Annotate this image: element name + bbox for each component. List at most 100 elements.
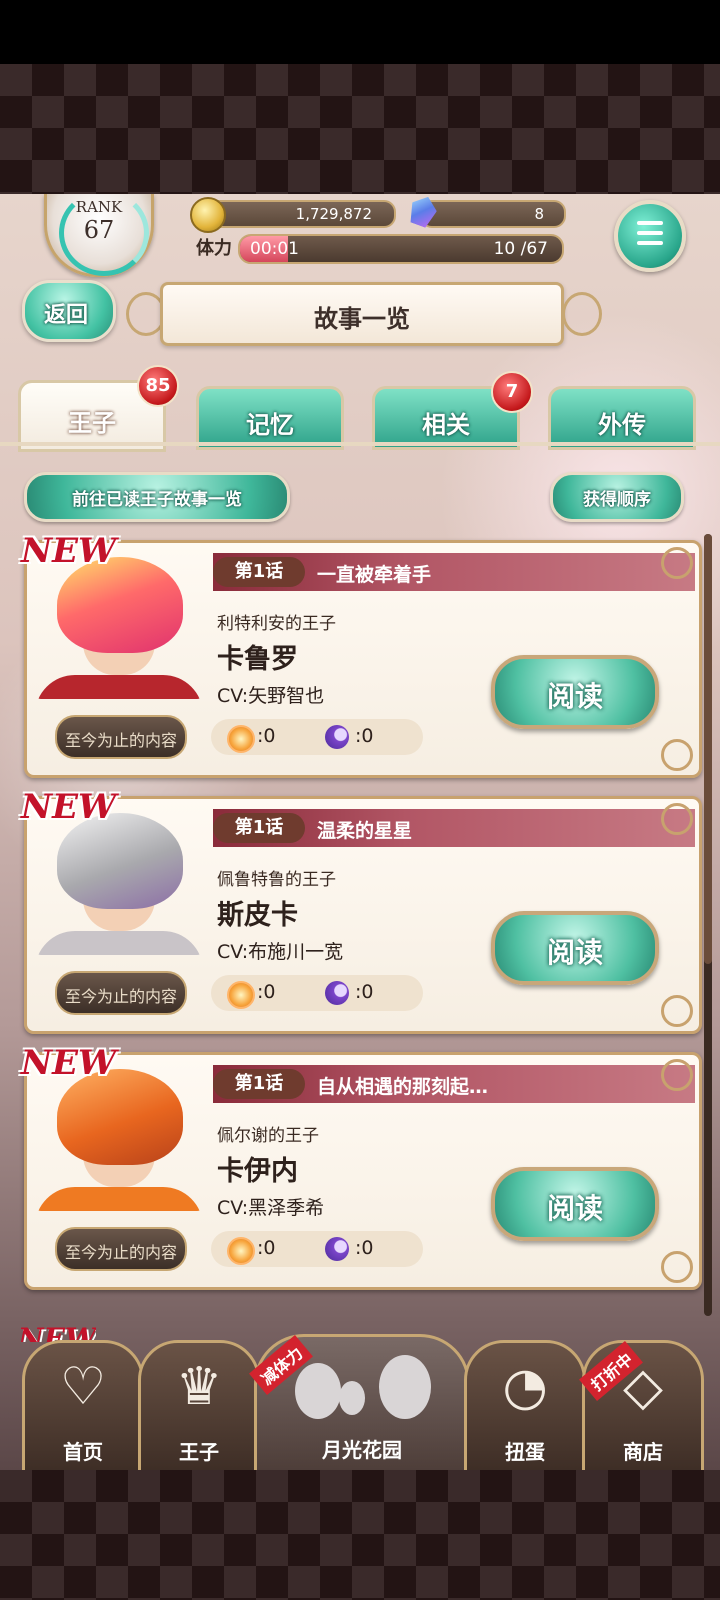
voice-actor: CV:布施川一宽 bbox=[217, 941, 344, 963]
stamina-timer: 00:01 bbox=[250, 239, 299, 259]
nav-moonlight-garden[interactable]: 减体力 月光花园 bbox=[249, 1334, 470, 1470]
nav-shop[interactable]: ◇ 打折中 商店 bbox=[579, 1340, 704, 1470]
tab-label: 外传 bbox=[598, 411, 646, 439]
gem-value: 8 bbox=[534, 205, 544, 223]
new-tag: NEW bbox=[21, 787, 117, 827]
corner-ornament-icon bbox=[661, 995, 693, 1027]
sun-value: :0 bbox=[257, 725, 276, 747]
chapter-header: 第1话 自从相遇的那刻起… bbox=[213, 1065, 695, 1103]
new-tag: NEW bbox=[21, 534, 117, 571]
affinity-stats: :0 :0 bbox=[211, 1231, 423, 1267]
story-so-far-label: 至今为止的内容 bbox=[64, 1243, 177, 1262]
sun-value: :0 bbox=[257, 981, 276, 1003]
hamburger-icon bbox=[637, 231, 663, 235]
voice-actor: CV:矢野智也 bbox=[217, 685, 325, 707]
story-card: 第1话 一直被牵着手 NEW 利特利安的王子 卡鲁罗 CV:矢野智也 至今为止的… bbox=[21, 534, 702, 778]
chapter-title: 温柔的星星 bbox=[317, 820, 413, 842]
chapter-title: 一直被牵着手 bbox=[317, 564, 432, 586]
scrollbar-thumb[interactable] bbox=[704, 534, 712, 964]
nav-prince[interactable]: ♛ 王子 bbox=[138, 1340, 260, 1470]
tab-side-story[interactable]: 外传 bbox=[548, 386, 696, 450]
affinity-stats: :0 :0 bbox=[211, 719, 423, 755]
capsule-icon: ◔ bbox=[502, 1357, 548, 1417]
coin-counter: 1,729,872 bbox=[190, 197, 396, 233]
tab-badge: 85 bbox=[137, 365, 179, 407]
nav-shop-label: 商店 bbox=[623, 1440, 663, 1464]
moon-icon bbox=[325, 725, 349, 749]
bottom-navigation: ♡ 首页 ♛ 王子 减体力 月光花园 ◔ 扭蛋 ◇ 打折中 商店 bbox=[0, 1334, 720, 1470]
story-so-far-button[interactable]: 至今为止的内容 bbox=[55, 715, 187, 759]
sun-icon bbox=[227, 1237, 255, 1265]
read-stories-list-button[interactable]: 前往已读王子故事一览 bbox=[24, 472, 290, 522]
read-button[interactable]: 阅读 bbox=[491, 655, 659, 729]
tab-related[interactable]: 相关 7 bbox=[372, 371, 533, 450]
corner-ornament-icon bbox=[661, 547, 693, 579]
sun-icon bbox=[227, 981, 255, 1009]
prince-kingdom: 佩鲁特鲁的王子 bbox=[217, 870, 336, 890]
nav-prince-label: 王子 bbox=[179, 1440, 219, 1464]
voice-actor: CV:黑泽季希 bbox=[217, 1197, 325, 1219]
chapter-number: 第1话 bbox=[213, 557, 305, 587]
page-title: 故事一览 bbox=[314, 305, 410, 333]
gem-icon bbox=[406, 194, 441, 230]
portrait-hair bbox=[57, 1069, 183, 1165]
affinity-stats: :0 :0 bbox=[211, 975, 423, 1011]
sun-icon bbox=[227, 725, 255, 753]
story-list-scrollbar[interactable] bbox=[704, 534, 712, 1316]
letterbox-pattern-bottom bbox=[0, 1470, 720, 1600]
tab-underline bbox=[0, 442, 720, 446]
gem-counter: 8 bbox=[420, 200, 566, 228]
chapter-number: 第1话 bbox=[213, 813, 305, 843]
prince-name: 卡伊内 bbox=[217, 1156, 298, 1187]
stamina-count: 10 /67 bbox=[493, 239, 548, 259]
portrait-shoulders bbox=[35, 931, 203, 955]
moon-value: :0 bbox=[355, 725, 374, 747]
chapter-title: 自从相遇的那刻起… bbox=[317, 1076, 489, 1098]
character-portrait bbox=[35, 813, 203, 955]
rank-value: 67 bbox=[83, 216, 115, 244]
portrait-shoulders bbox=[35, 1187, 203, 1211]
creature-silhouette-icon bbox=[339, 1381, 365, 1415]
story-so-far-button[interactable]: 至今为止的内容 bbox=[55, 971, 187, 1015]
chapter-header: 第1话 温柔的星星 bbox=[213, 809, 695, 847]
letterbox-pattern-top bbox=[0, 64, 720, 194]
tab-label: 记忆 bbox=[246, 411, 294, 439]
story-card: 第1话 自从相遇的那刻起… NEW 佩尔谢的王子 卡伊内 CV:黑泽季希 至今为… bbox=[21, 1043, 702, 1290]
game-screen: RANK 67 1,729,872 8 体力 00:01 10 /67 返回 故… bbox=[0, 194, 720, 1470]
sort-order-button[interactable]: 获得顺序 bbox=[550, 472, 684, 522]
read-stories-list-label: 前往已读王子故事一览 bbox=[72, 490, 242, 510]
hamburger-icon bbox=[637, 221, 663, 225]
back-button[interactable]: 返回 bbox=[22, 280, 116, 342]
menu-button[interactable] bbox=[614, 200, 686, 272]
title-plate: 故事一览 bbox=[160, 282, 564, 346]
story-so-far-button[interactable]: 至今为止的内容 bbox=[55, 1227, 187, 1271]
hamburger-icon bbox=[637, 241, 663, 245]
portrait-hair bbox=[57, 557, 183, 653]
prince-kingdom: 利特利安的王子 bbox=[217, 614, 336, 634]
rank-medal: RANK 67 bbox=[44, 194, 154, 277]
crown-icon: ♛ bbox=[175, 1357, 223, 1417]
read-button[interactable]: 阅读 bbox=[491, 911, 659, 985]
nav-home-label: 首页 bbox=[63, 1440, 103, 1464]
scroll-ornament-right-icon bbox=[562, 292, 602, 336]
stamina-bar: 00:01 10 /67 bbox=[238, 234, 564, 264]
rank-label: RANK bbox=[75, 198, 123, 216]
status-bar bbox=[0, 0, 720, 64]
portrait-shoulders bbox=[35, 675, 203, 699]
sort-order-label: 获得顺序 bbox=[583, 490, 651, 510]
nav-garden-label: 月光花园 bbox=[322, 1438, 402, 1462]
prince-name: 斯皮卡 bbox=[217, 900, 298, 931]
corner-ornament-icon bbox=[661, 803, 693, 835]
story-list[interactable]: 第1话 一直被牵着手 NEW 利特利安的王子 卡鲁罗 CV:矢野智也 至今为止的… bbox=[0, 534, 720, 1334]
heart-icon: ♡ bbox=[59, 1357, 107, 1417]
nav-home[interactable]: ♡ 首页 bbox=[22, 1340, 144, 1470]
moon-value: :0 bbox=[355, 1237, 374, 1259]
read-button[interactable]: 阅读 bbox=[491, 1167, 659, 1241]
nav-gacha[interactable]: ◔ 扭蛋 bbox=[464, 1340, 586, 1470]
portrait-hair bbox=[57, 813, 183, 909]
moon-icon bbox=[325, 1237, 349, 1261]
tab-label: 相关 bbox=[422, 411, 470, 439]
read-label: 阅读 bbox=[546, 1192, 603, 1225]
tab-memory[interactable]: 记忆 bbox=[196, 386, 344, 450]
tab-label: 王子 bbox=[68, 409, 116, 437]
